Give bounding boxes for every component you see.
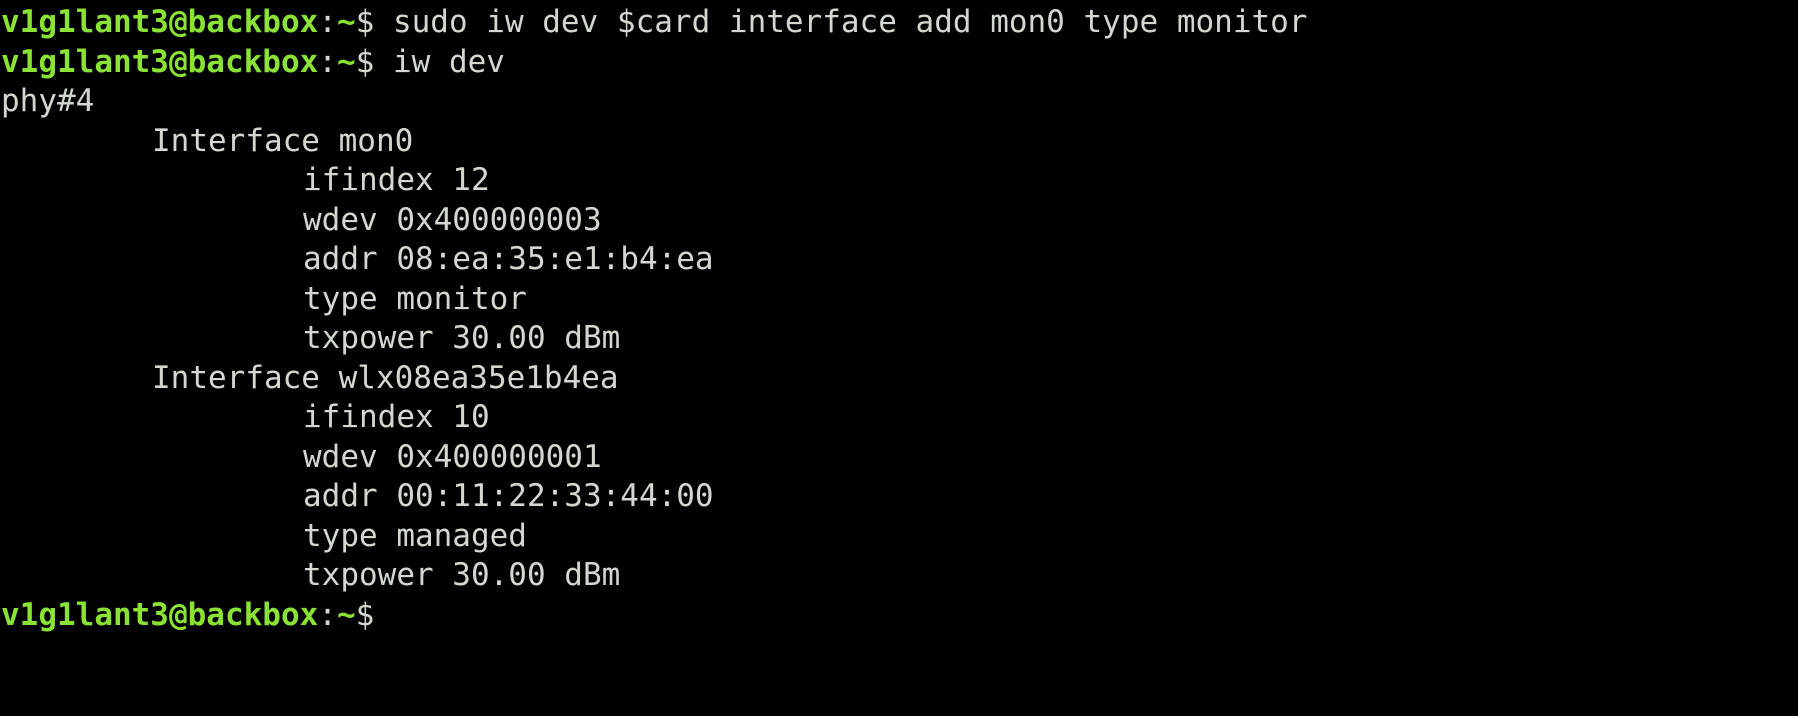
output-ifindex: ifindex 12 [303,162,490,198]
prompt-separator: : [318,43,337,80]
output-interface-wlx: Interface wlx08ea35e1b4ea [152,359,619,396]
output-addr: addr 08:ea:35:e1:b4:ea [303,241,714,277]
command-line-1: v1g1lant3@backbox:~$ sudo iw dev $card i… [1,3,1798,43]
output-phy: phy#4 [1,83,95,119]
output-type: type monitor [303,280,527,317]
output-wdev: wdev 0x400000003 [303,201,602,238]
command-text: sudo iw dev $card interface add mon0 typ… [374,4,1308,40]
output-type: type managed [303,517,527,554]
prompt-symbol: $ [355,596,375,633]
command-line-current[interactable]: v1g1lant3@backbox:~$ [1,596,1798,636]
prompt-userhost: v1g1lant3@backbox [1,43,319,80]
output-ifindex: ifindex 10 [303,399,490,435]
prompt-userhost: v1g1lant3@backbox [1,596,319,633]
prompt-path: ~ [336,4,356,40]
prompt-separator: : [318,4,337,40]
output-wdev: wdev 0x400000001 [303,438,602,475]
command-text: iw dev [374,43,505,80]
output-txpower: txpower 30.00 dBm [303,557,621,593]
output-addr: addr 00:11:22:33:44:00 [303,478,714,514]
prompt-separator: : [318,596,337,633]
output-txpower: txpower 30.00 dBm [303,320,621,356]
prompt-userhost: v1g1lant3@backbox [1,4,319,40]
command-line-2: v1g1lant3@backbox:~$ iw dev [1,43,1798,83]
prompt-path: ~ [336,596,356,633]
prompt-symbol: $ [355,43,375,80]
prompt-path: ~ [336,43,356,80]
prompt-symbol: $ [355,4,375,40]
output-interface-mon0: Interface mon0 [152,122,414,159]
terminal-window[interactable]: v1g1lant3@backbox:~$ sudo iw dev $card i… [0,0,1798,716]
